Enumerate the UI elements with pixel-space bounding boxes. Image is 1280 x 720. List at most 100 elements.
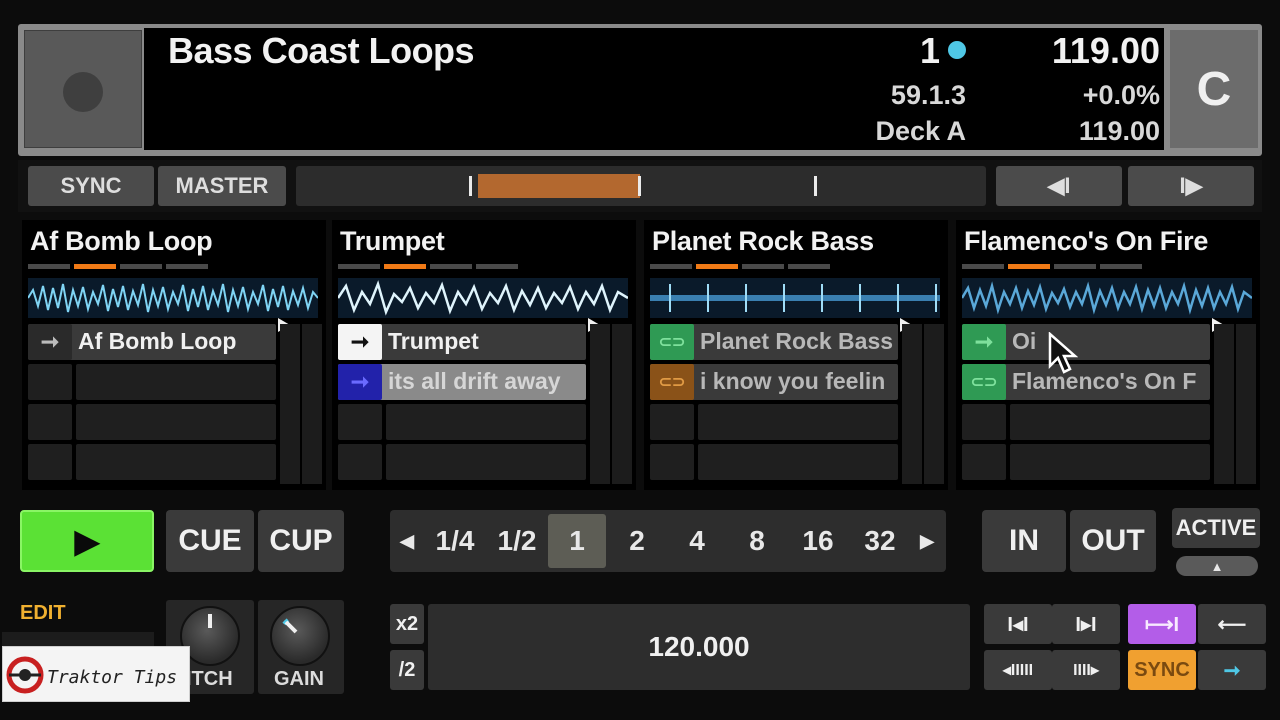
- slot-filter-fader[interactable]: [924, 324, 944, 484]
- sync-small-button[interactable]: SYNC: [1128, 650, 1196, 690]
- skip-back-icon[interactable]: ◀I: [996, 166, 1122, 206]
- slot-cell-empty[interactable]: [698, 444, 898, 480]
- one-shot-arrow-icon: ➞: [338, 324, 382, 360]
- slot-page-indicator: [650, 264, 692, 269]
- active-button[interactable]: ACTIVE: [1172, 508, 1260, 548]
- knob-pointer: [208, 614, 212, 628]
- slot-cell-empty[interactable]: [28, 444, 72, 480]
- slot-page-indicator: [166, 264, 208, 269]
- bpm-display: 119.00: [1051, 30, 1160, 71]
- play-icon: ▶: [74, 523, 100, 559]
- back-arrow-icon[interactable]: ⟵: [1198, 604, 1266, 644]
- tempo-half-button[interactable]: /2: [390, 650, 424, 690]
- sample-slot-3[interactable]: Planet Rock Bass ⊂⊃ Planet Rock Bass ⊂⊃ …: [644, 220, 948, 490]
- loop-size-option-selected[interactable]: 1: [548, 514, 606, 568]
- loop-bar[interactable]: [296, 166, 986, 206]
- sample-slot-2[interactable]: Trumpet ➞ Trumpet ➞ its all drift away: [332, 220, 636, 490]
- loop-move-left-icon[interactable]: I◂I: [984, 604, 1052, 644]
- slot-filter-fader[interactable]: [302, 324, 322, 484]
- chevron-left-icon[interactable]: ◀: [392, 514, 422, 568]
- tempo-double-button[interactable]: x2: [390, 604, 424, 644]
- slot-volume-fader[interactable]: [902, 324, 922, 484]
- beat-jump-right-icon[interactable]: IIII▸: [1052, 650, 1120, 690]
- cell-label: Planet Rock Bass: [700, 328, 894, 354]
- loop-size-option[interactable]: 2: [608, 514, 666, 568]
- slot-cell-empty[interactable]: [28, 364, 72, 400]
- slot-cell-empty[interactable]: [1010, 444, 1210, 480]
- slot-page-indicator: [476, 264, 518, 269]
- loop-size-option[interactable]: 1/2: [488, 514, 546, 568]
- slot-volume-fader[interactable]: [1214, 324, 1234, 484]
- gain-arc-icon: [282, 618, 298, 634]
- loop-out-button[interactable]: OUT: [1070, 510, 1156, 572]
- slot-cell-empty[interactable]: [76, 444, 276, 480]
- slot-waveform: [338, 278, 628, 318]
- loop-size-option[interactable]: 16: [788, 514, 848, 568]
- cue-button[interactable]: CUE: [166, 510, 254, 572]
- deck-letter-button[interactable]: C: [1170, 30, 1258, 148]
- one-shot-arrow-icon: ➞: [962, 324, 1006, 360]
- loop-move-right-icon[interactable]: I▸I: [1052, 604, 1120, 644]
- skip-forward-icon[interactable]: I▶: [1128, 166, 1254, 206]
- slot-cell-empty[interactable]: [338, 404, 382, 440]
- slot-cell-empty[interactable]: [28, 404, 72, 440]
- slot-page-indicator: [1100, 264, 1142, 269]
- sync-button[interactable]: SYNC: [28, 166, 154, 206]
- loop-size-option[interactable]: 32: [850, 514, 910, 568]
- sample-slot-1[interactable]: Af Bomb Loop ➞ Af Bomb Loop: [22, 220, 326, 490]
- slot-page-indicator: [1054, 264, 1096, 269]
- slot-page-indicator: [962, 264, 1004, 269]
- slot-title: Flamenco's On Fire: [964, 226, 1209, 256]
- chevron-up-icon[interactable]: ▲: [1176, 556, 1258, 576]
- loop-size-option[interactable]: 1/4: [426, 514, 484, 568]
- slot-title: Af Bomb Loop: [30, 226, 213, 256]
- master-button[interactable]: MASTER: [158, 166, 286, 206]
- loop-in-button[interactable]: IN: [982, 510, 1066, 572]
- cell-label: Af Bomb Loop: [78, 328, 237, 354]
- slot-volume-fader[interactable]: [280, 324, 300, 484]
- loop-end-marker: [638, 176, 641, 196]
- slot-cell-empty[interactable]: [1010, 404, 1210, 440]
- svg-text:Traktor Tips: Traktor Tips: [47, 667, 177, 688]
- chevron-right-icon[interactable]: ▶: [912, 514, 942, 568]
- slot-cell-empty[interactable]: [962, 404, 1006, 440]
- loop-size-option[interactable]: 8: [728, 514, 786, 568]
- play-button[interactable]: ▶: [20, 510, 154, 572]
- beat-jump-left-icon[interactable]: ◂IIIII: [984, 650, 1052, 690]
- pitch-percent-display: +0.0%: [1082, 80, 1160, 110]
- slot-filter-fader[interactable]: [1236, 324, 1256, 484]
- one-shot-arrow-icon: ➞: [338, 364, 382, 400]
- slot-page-indicator-active: [384, 264, 426, 269]
- gain-knob[interactable]: [270, 606, 330, 666]
- pitch-knob-label: ITCH: [186, 668, 233, 690]
- slot-cell-empty[interactable]: [76, 364, 276, 400]
- slot-volume-fader[interactable]: [590, 324, 610, 484]
- loop-start-marker: [469, 176, 472, 196]
- slot-waveform: [650, 278, 940, 318]
- mouse-cursor-icon: [1048, 332, 1078, 374]
- loop-record-icon[interactable]: ⟼I: [1128, 604, 1196, 644]
- slot-cell-empty[interactable]: [386, 404, 586, 440]
- slot-cell-empty[interactable]: [962, 444, 1006, 480]
- playhead-marker: [814, 176, 817, 196]
- slot-cell-empty[interactable]: [76, 404, 276, 440]
- gain-knob-label: GAIN: [274, 668, 324, 690]
- slot-cell-empty[interactable]: [338, 444, 382, 480]
- slot-page-indicator: [788, 264, 830, 269]
- cup-button[interactable]: CUP: [258, 510, 344, 572]
- bpm-field[interactable]: 120.000: [428, 604, 970, 690]
- slot-filter-fader[interactable]: [612, 324, 632, 484]
- slot-cell-empty[interactable]: [650, 404, 694, 440]
- edit-label[interactable]: EDIT: [20, 602, 66, 625]
- forward-arrow-icon[interactable]: ➞: [1198, 650, 1266, 690]
- loop-icon: ⊂⊃: [650, 364, 694, 400]
- slot-cell-empty[interactable]: [698, 404, 898, 440]
- slot-page-indicator: [742, 264, 784, 269]
- loop-size-option[interactable]: 4: [668, 514, 726, 568]
- sample-slot-4[interactable]: Flamenco's On Fire ➞ Oi ⊂⊃ Flamenco's On…: [956, 220, 1260, 490]
- slot-cell-empty[interactable]: [650, 444, 694, 480]
- cell-label: Flamenco's On F: [1012, 368, 1197, 394]
- slot-cell-empty[interactable]: [386, 444, 586, 480]
- cell-label: its all drift away: [388, 368, 561, 394]
- loop-icon: ⊂⊃: [962, 364, 1006, 400]
